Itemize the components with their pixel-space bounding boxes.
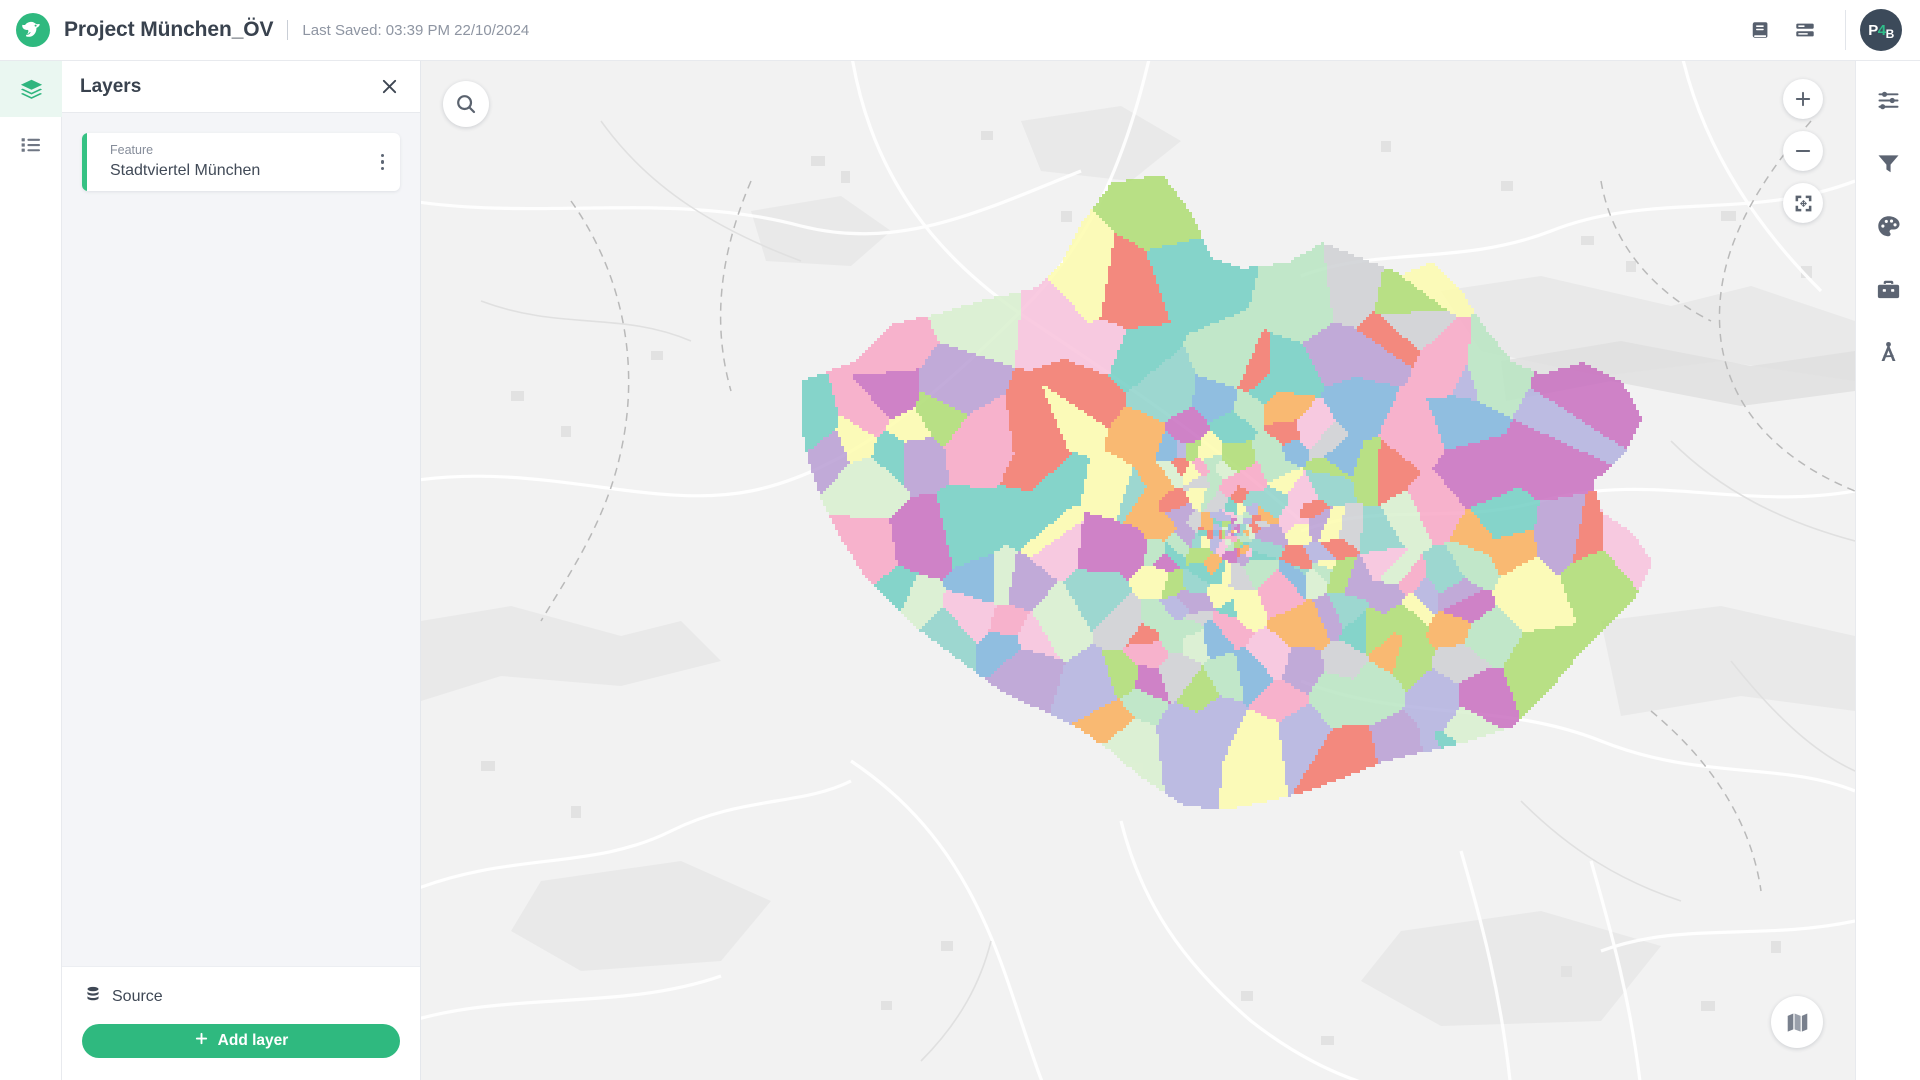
tool-style[interactable] [1856, 195, 1920, 258]
district-polygon[interactable] [1228, 533, 1231, 536]
district-polygon[interactable] [1222, 530, 1225, 539]
add-layer-button[interactable]: Add layer [82, 1024, 400, 1058]
district-polygon[interactable] [1252, 515, 1261, 521]
database-icon [84, 985, 102, 1008]
map-search-button[interactable] [443, 81, 489, 127]
district-polygon[interactable] [1198, 530, 1207, 536]
layers-panel-header: Layers [62, 61, 420, 113]
district-polygon[interactable] [1225, 515, 1231, 521]
district-polygon[interactable] [1219, 530, 1222, 539]
district-polygon[interactable] [1198, 527, 1204, 530]
ibex-logo[interactable] [14, 11, 52, 49]
zoom-to-extent-button[interactable] [1783, 183, 1823, 223]
zoom-in-button[interactable] [1783, 79, 1823, 119]
source-row[interactable]: Source [82, 985, 400, 1008]
district-polygon[interactable] [1231, 533, 1234, 536]
minus-icon [1795, 150, 1811, 152]
plus-icon [1795, 91, 1811, 107]
district-polygon[interactable] [1078, 512, 1120, 572]
layer-name-label: Stadtviertel München [110, 162, 261, 180]
palette-icon [1878, 216, 1900, 237]
district-polygon[interactable] [1231, 530, 1234, 533]
source-label: Source [112, 987, 163, 1005]
book-icon[interactable] [1739, 8, 1783, 52]
tool-toolbox[interactable] [1856, 258, 1920, 321]
toolbar-divider [1845, 10, 1846, 50]
last-saved-label: Last Saved: 03:39 PM 22/10/2024 [302, 21, 530, 39]
close-icon[interactable] [379, 76, 400, 97]
map-icon [1787, 1013, 1807, 1032]
district-polygon[interactable] [1222, 527, 1228, 530]
avatar-initial-3: B [1885, 27, 1895, 41]
tool-measure[interactable] [1856, 321, 1920, 384]
district-polygon[interactable] [1225, 539, 1231, 545]
tool-properties[interactable] [1856, 69, 1920, 132]
layers-panel-title: Layers [80, 75, 142, 97]
layer-list-item[interactable]: Feature Stadtviertel München [82, 133, 400, 191]
add-layer-label: Add layer [217, 1032, 289, 1049]
district-polygon[interactable] [1207, 530, 1213, 539]
filter-icon [1878, 155, 1899, 173]
map-canvas[interactable] [421, 61, 1855, 1080]
list-icon [21, 138, 40, 152]
district-polygon[interactable] [1237, 530, 1240, 533]
zoom-out-button[interactable] [1783, 131, 1823, 171]
layer-kind-label: Feature [110, 143, 154, 158]
district-polygon[interactable] [1243, 518, 1252, 524]
toolbox-icon [1877, 280, 1900, 299]
district-polygon[interactable] [1237, 533, 1243, 536]
district-polygon[interactable] [1237, 548, 1240, 557]
district-polygon[interactable] [1213, 530, 1219, 536]
title-divider [287, 20, 289, 40]
district-polygon[interactable] [1237, 536, 1240, 539]
district-polygon[interactable] [1225, 530, 1228, 536]
layer-options-menu-icon[interactable] [380, 153, 401, 171]
fit-extent-icon [1795, 195, 1811, 211]
sliders-icon [1878, 91, 1899, 110]
district-polygon[interactable] [1228, 530, 1231, 533]
top-bar: Project München_ÖV Last Saved: 03:39 PM … [0, 0, 1920, 61]
layers-icon [20, 79, 42, 99]
rail-item-layers[interactable] [0, 61, 62, 117]
district-polygon[interactable] [1231, 536, 1234, 539]
layer-card-text: Feature Stadtviertel München [82, 143, 260, 180]
district-polygon[interactable] [1228, 524, 1231, 530]
user-avatar[interactable]: P4B [1860, 9, 1902, 51]
map-render [421, 61, 1855, 1080]
layers-panel-footer: Source Add layer [62, 966, 420, 1080]
avatar-initial-1: P [1868, 21, 1878, 39]
tool-filter[interactable] [1856, 132, 1920, 195]
top-bar-actions: P4B [1739, 0, 1920, 60]
district-polygon[interactable] [1234, 530, 1237, 533]
compass-icon [1881, 341, 1896, 362]
left-icon-rail [0, 61, 62, 1080]
district-polygon[interactable] [1225, 536, 1231, 539]
layer-accent-bar [82, 133, 87, 191]
layers-panel: Layers Feature Stadtviertel München Sour… [62, 61, 421, 1080]
avatar-initial-2: 4 [1877, 21, 1886, 39]
search-icon [457, 95, 476, 114]
layout-list-icon[interactable] [1783, 8, 1827, 52]
right-toolbar [1855, 61, 1920, 1080]
basemap-button[interactable] [1771, 996, 1823, 1048]
district-polygon[interactable] [1234, 533, 1237, 536]
plus-icon [194, 1031, 209, 1051]
rail-item-legend[interactable] [0, 117, 62, 173]
page-title: Project München_ÖV [64, 18, 274, 41]
layers-panel-body: Feature Stadtviertel München [62, 113, 420, 966]
